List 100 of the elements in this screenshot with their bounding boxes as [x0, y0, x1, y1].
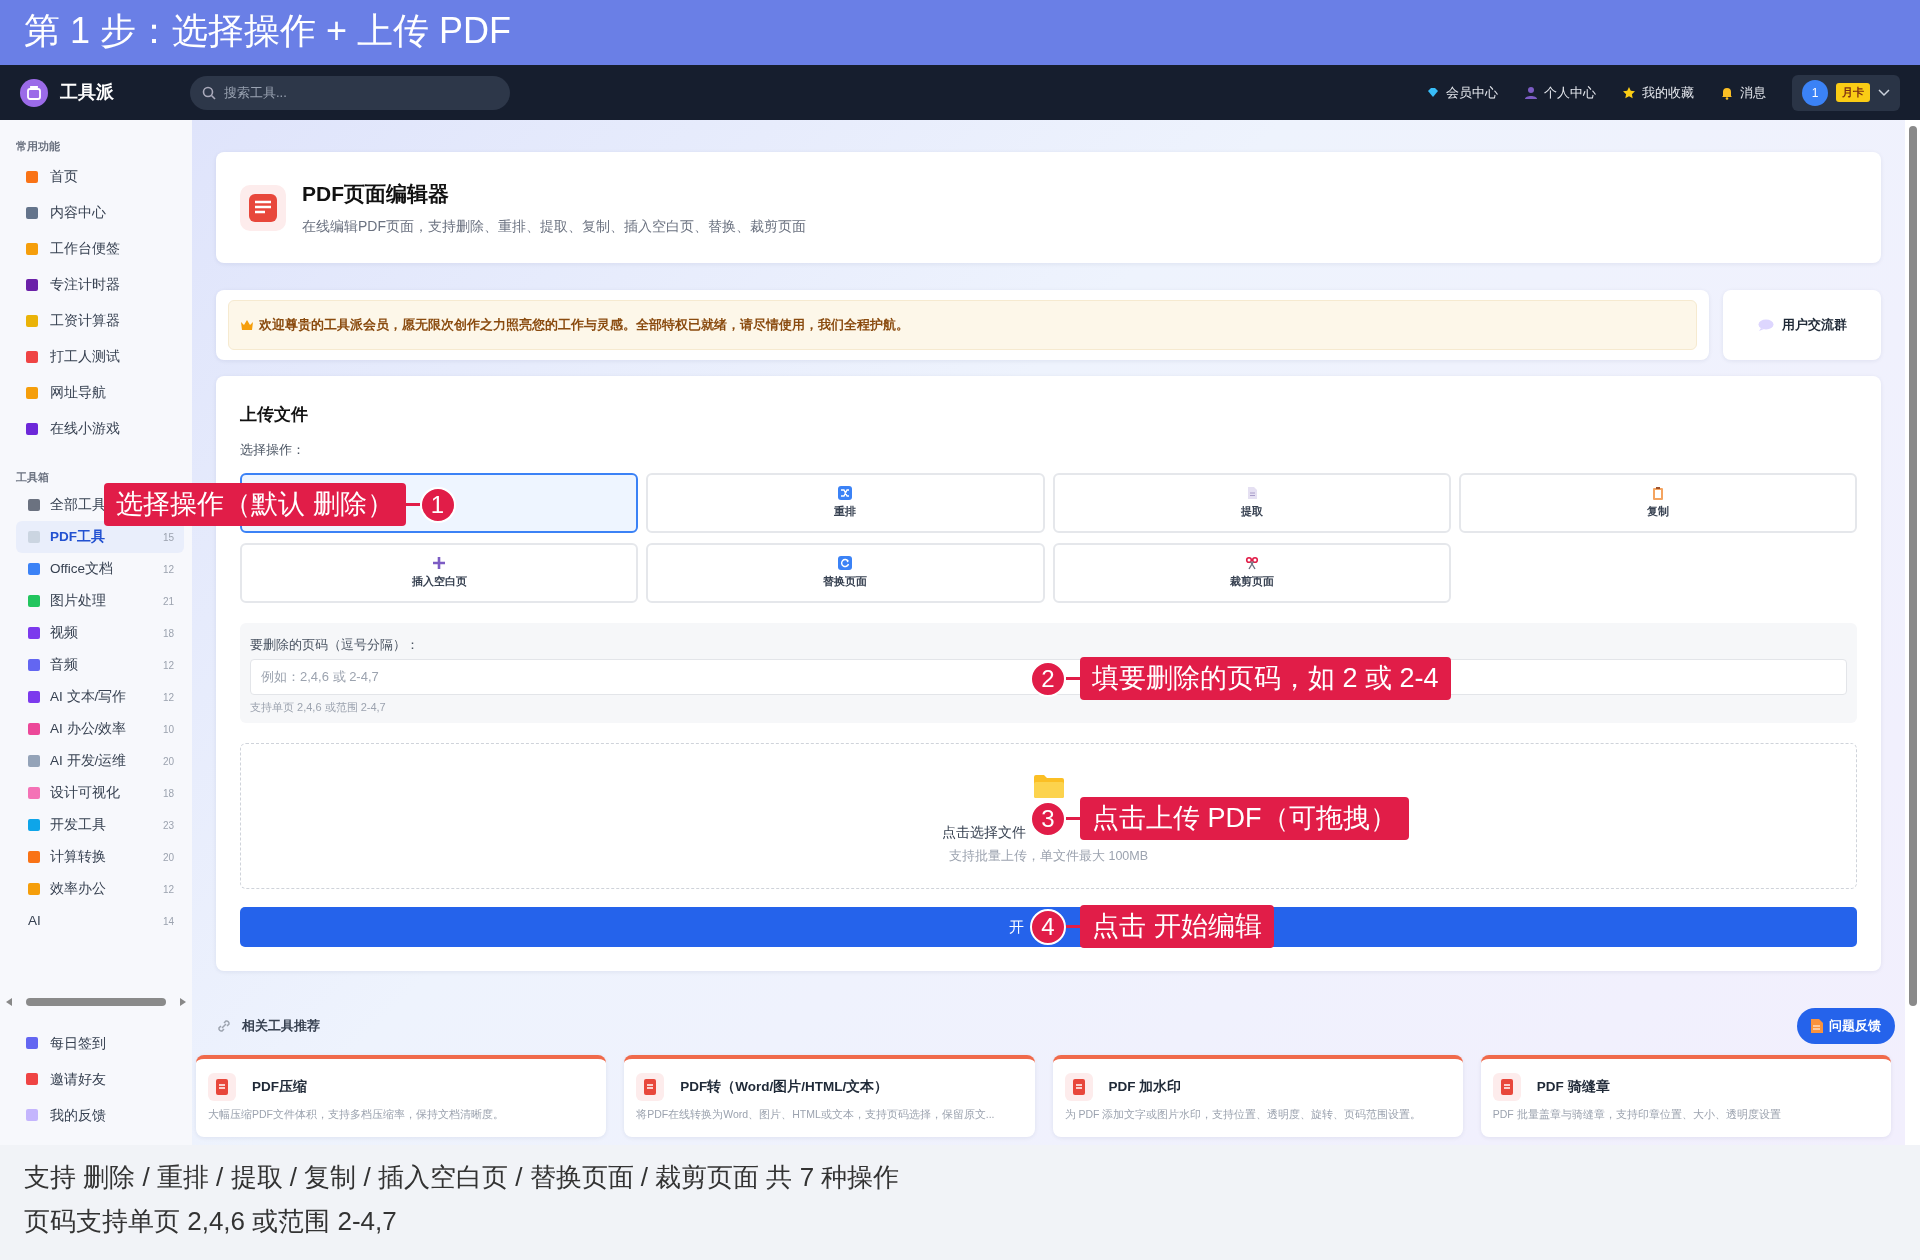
- item-count: 14: [162, 914, 174, 929]
- sidebar-item[interactable]: 图片处理 21: [16, 585, 184, 617]
- square-icon: [26, 242, 38, 255]
- square-icon: [28, 723, 40, 735]
- section-title: 相关工具推荐: [242, 1017, 320, 1036]
- callout-tooltip: 选择操作（默认 删除） 1: [104, 483, 456, 527]
- square-icon: [26, 314, 38, 327]
- sidebar-item[interactable]: 首页: [0, 158, 192, 195]
- star-icon: [1622, 85, 1636, 100]
- sidebar-item[interactable]: 开发工具 23: [16, 809, 184, 841]
- user-menu[interactable]: 1 月卡: [1792, 74, 1900, 111]
- square-icon: [28, 755, 40, 767]
- square-icon: [26, 422, 38, 435]
- item-count: 21: [162, 594, 174, 609]
- nav-link[interactable]: 个人中心: [1524, 82, 1596, 103]
- sidebar-item[interactable]: AI 文本/写作 12: [16, 681, 184, 713]
- clipboard-icon: [1650, 486, 1665, 501]
- document-icon: [1064, 1073, 1093, 1101]
- tool-card[interactable]: PDF转（Word/图片/HTML/文本） 将PDF在线转换为Word、图片、HTML或文本，支持页码选择，保留原文...: [624, 1055, 1035, 1137]
- sidebar-item[interactable]: 音频 12: [16, 649, 184, 681]
- item-count: 23: [162, 818, 174, 833]
- item-count: 15: [162, 530, 174, 545]
- sidebar-item[interactable]: 网址导航: [0, 374, 192, 411]
- folder-icon: [1033, 774, 1064, 798]
- square-icon: [26, 1109, 38, 1121]
- square-icon: [26, 278, 38, 291]
- dropzone-hint: 支持批量上传，单文件最大 100MB: [948, 848, 1149, 865]
- square-icon: [28, 595, 40, 607]
- square-icon: [26, 350, 38, 363]
- chat-bubble-icon: [1757, 319, 1774, 331]
- sidebar-item[interactable]: 设计可视化 18: [16, 777, 184, 809]
- plus-icon: [432, 556, 447, 571]
- sidebar-item[interactable]: 工资计算器: [0, 302, 192, 339]
- nav-link[interactable]: 消息: [1720, 82, 1766, 103]
- scrollbar-thumb[interactable]: [26, 998, 166, 1006]
- operation-button[interactable]: 裁剪页面: [1052, 543, 1451, 603]
- scroll-left-icon: [6, 998, 12, 1006]
- nav-link[interactable]: 会员中心: [1426, 82, 1498, 103]
- document-icon: [1811, 1019, 1823, 1033]
- tool-card[interactable]: PDF 骑缝章 PDF 批量盖章与骑缝章，支持印章位置、大小、透明度设置: [1480, 1055, 1891, 1137]
- tool-name: PDF 骑缝章: [1536, 1077, 1610, 1096]
- square-icon: [28, 851, 40, 863]
- sidebar-item[interactable]: 打工人测试: [0, 338, 192, 375]
- operation-button[interactable]: 复制: [1458, 473, 1857, 533]
- crown-icon: [241, 320, 253, 330]
- document-icon: [240, 184, 286, 231]
- sidebar-item[interactable]: 内容中心: [0, 194, 192, 231]
- sidebar-item[interactable]: 在线小游戏: [0, 410, 192, 447]
- square-icon: [28, 819, 40, 831]
- section-title: 上传文件: [240, 404, 309, 426]
- dropzone-text: 点击选择文件: [941, 823, 1026, 842]
- tool-card[interactable]: PDF 加水印 为 PDF 添加文字或图片水印，支持位置、透明度、旋转、页码范围设置。: [1052, 1055, 1463, 1137]
- sidebar-item[interactable]: 每日签到: [0, 1025, 192, 1061]
- operation-label: 选择操作：: [240, 440, 306, 459]
- group-chat-button[interactable]: 用户交流群: [1723, 290, 1881, 360]
- square-icon: [28, 659, 40, 671]
- operation-button[interactable]: 插入空白页: [240, 543, 639, 603]
- operation-button[interactable]: 重排: [646, 473, 1045, 533]
- bell-icon: [1720, 85, 1734, 100]
- search-field[interactable]: 搜索工具...: [190, 75, 510, 110]
- square-icon: [26, 1073, 38, 1085]
- scissors-icon: [1244, 556, 1259, 571]
- tool-card[interactable]: PDF压缩 大幅压缩PDF文件体积，支持多档压缩率，保持文档清晰度。: [196, 1055, 607, 1137]
- tool-description: 为 PDF 添加文字或图片水印，支持位置、透明度、旋转、页码范围设置。: [1064, 1107, 1423, 1122]
- nav-link[interactable]: 我的收藏: [1622, 82, 1694, 103]
- tool-description: 在线编辑PDF页面，支持删除、重排、提取、复制、插入空白页、替换、裁剪页面: [302, 216, 806, 236]
- sidebar-item[interactable]: 计算转换 20: [16, 841, 184, 873]
- brand-name[interactable]: 工具派: [60, 79, 114, 106]
- sidebar-item[interactable]: AI 开发/运维 20: [16, 745, 184, 777]
- sidebar-item[interactable]: AI 14: [16, 905, 184, 937]
- notice-text: 欢迎尊贵的工具派会员，愿无限次创作之力照亮您的工作与灵感。全部特权已就绪，请尽情使用，我们全程护航。: [259, 316, 909, 334]
- operation-button[interactable]: 替换页面: [646, 543, 1045, 603]
- operation-button[interactable]: 提取: [1052, 473, 1451, 533]
- feedback-button[interactable]: 问题反馈: [1797, 1008, 1895, 1044]
- sidebar-item[interactable]: 视频 18: [16, 617, 184, 649]
- scrollbar-thumb[interactable]: [1908, 126, 1917, 1006]
- sidebar-item[interactable]: AI 办公/效率 10: [16, 713, 184, 745]
- tool-name: PDF 加水印: [1108, 1077, 1182, 1096]
- square-icon: [28, 691, 40, 703]
- sidebar-item[interactable]: PDF工具 15: [16, 521, 184, 553]
- scroll-right-icon: [180, 998, 186, 1006]
- caption-text: 支持 删除 / 重排 / 提取 / 复制 / 插入空白页 / 替换页面 / 裁剪页面 共 7 种操作: [24, 1161, 901, 1194]
- item-count: 18: [162, 786, 174, 801]
- square-icon: [28, 883, 40, 895]
- sidebar-item[interactable]: 邀请好友: [0, 1061, 192, 1097]
- field-label: 要删除的页码（逗号分隔）：: [250, 636, 420, 654]
- sidebar-item[interactable]: 工作台便签: [0, 230, 192, 267]
- sidebar-item[interactable]: Office文档 12: [16, 553, 184, 585]
- item-count: 12: [162, 658, 174, 673]
- item-count: 12: [162, 690, 174, 705]
- sidebar-item[interactable]: 效率办公 12: [16, 873, 184, 905]
- square-icon: [26, 386, 38, 399]
- sidebar-item[interactable]: 我的反馈: [0, 1097, 192, 1133]
- link-icon: [216, 1018, 232, 1034]
- person-icon: [1524, 85, 1538, 100]
- square-icon: [26, 206, 38, 219]
- item-count: 20: [162, 754, 174, 769]
- sidebar-item[interactable]: 专注计时器: [0, 266, 192, 303]
- tool-title: PDF页面编辑器: [302, 181, 450, 208]
- bag-logo-icon: [20, 78, 48, 107]
